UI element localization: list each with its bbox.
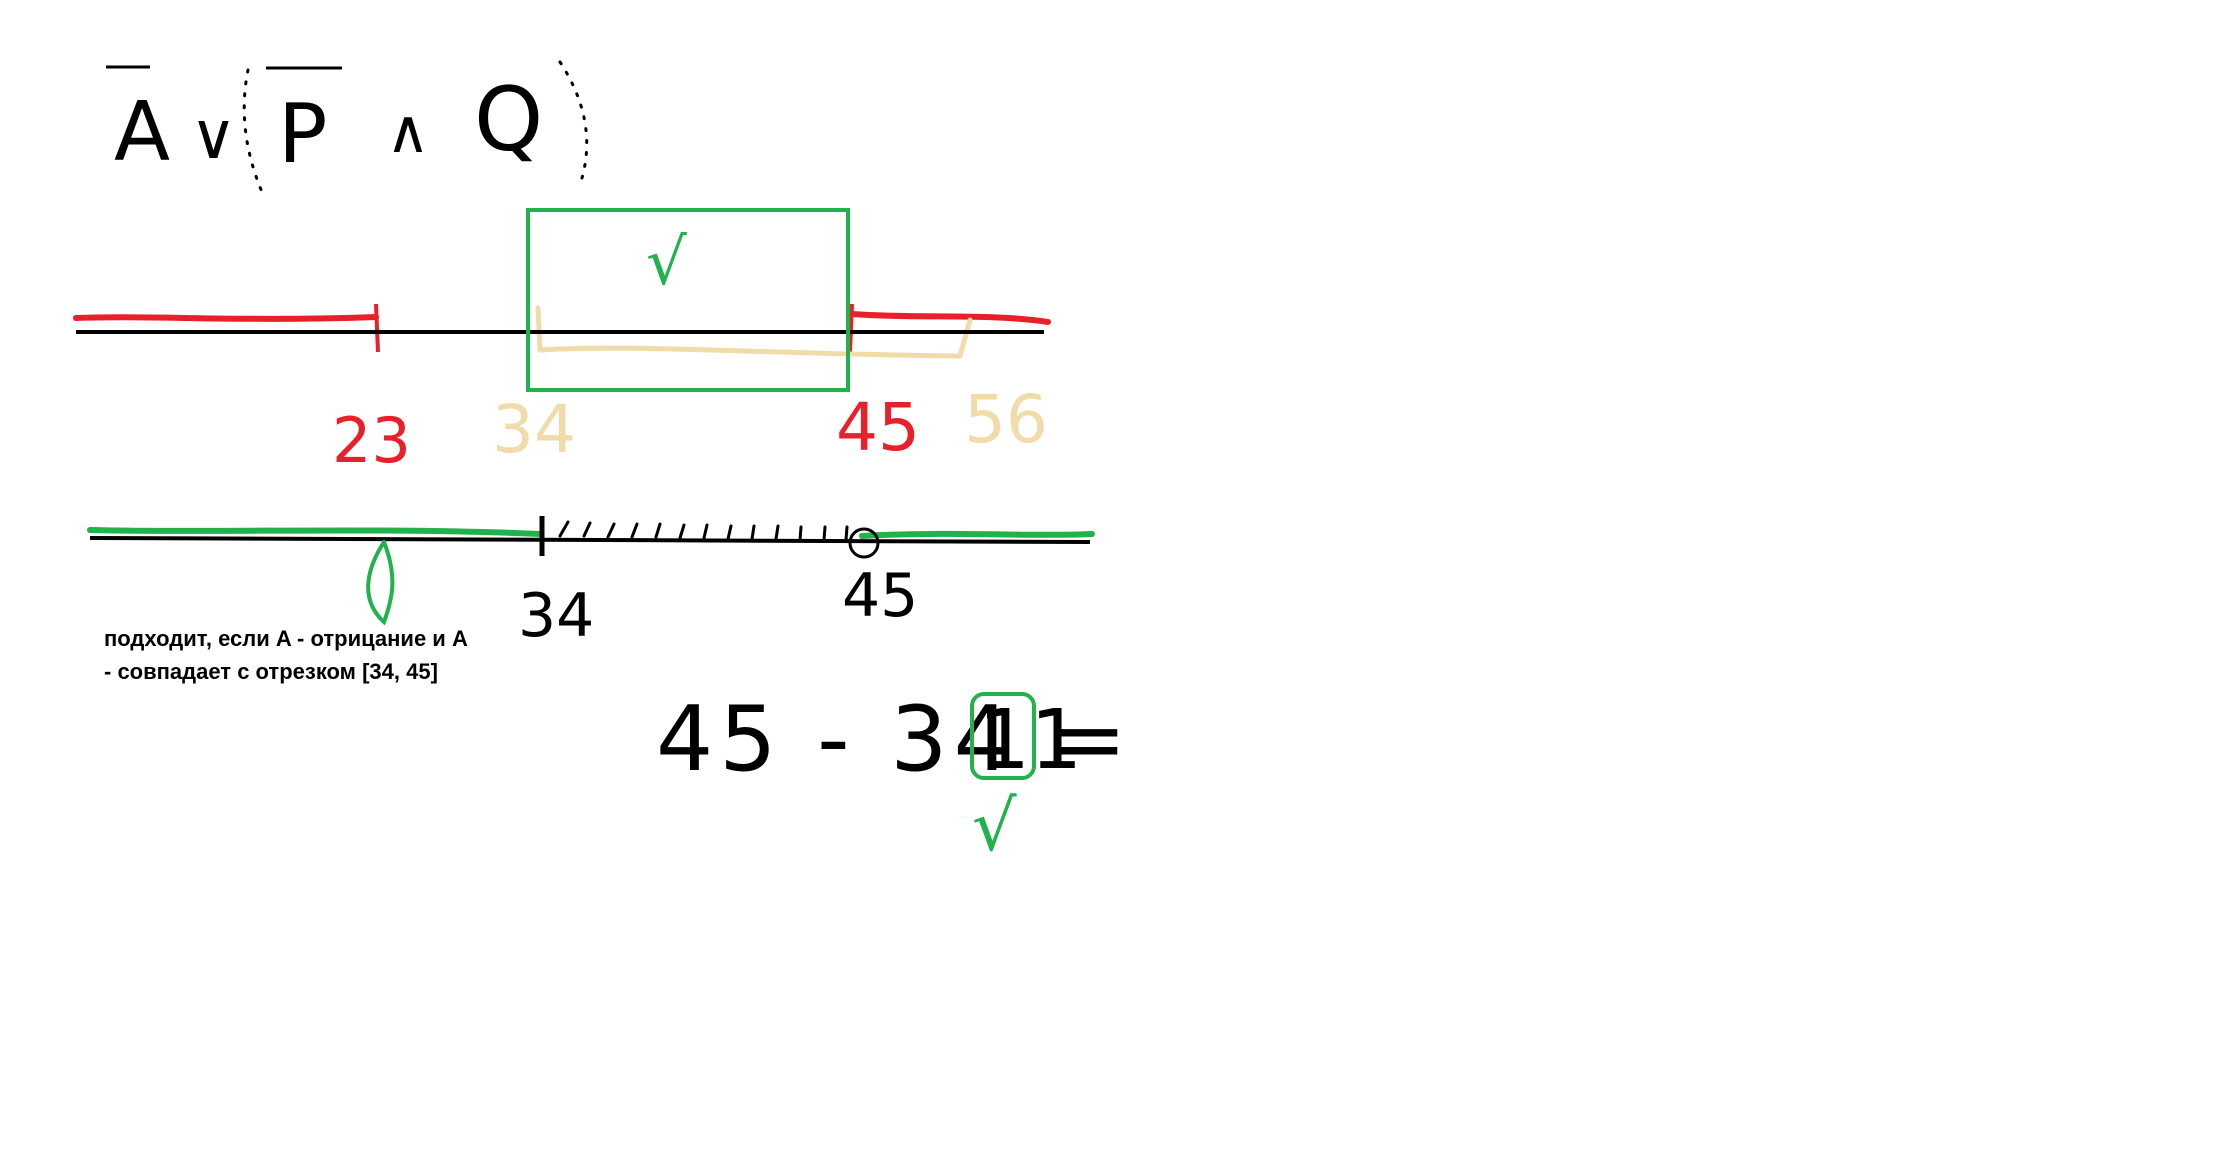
formula-or: ∨ [190,100,237,174]
red-tick-45 [848,303,854,353]
formula-q: Q [474,68,543,171]
highlight-box [526,208,850,392]
tick-label-23: 23 [332,404,411,477]
red-tick-23 [374,303,380,353]
hatching [558,520,849,542]
dotted-bracket-right [558,60,589,180]
formula-p: P [278,87,327,182]
formula: A ∨ P ∧ Q [106,60,589,194]
note-text: подходит, если A - отрицание и A - совпа… [104,622,544,688]
formula-a: A [114,85,170,180]
dotted-bracket-left [242,68,264,194]
note-line-1: подходит, если A - отрицание и A [104,626,468,651]
drawing-canvas: A ∨ P ∧ Q √ 23 34 45 56 34 45 45 - 34 = … [73,60,1127,867]
check-mark-answer: √ [972,785,1017,867]
axis-line-2 [89,536,1091,544]
red-ray-left [73,314,379,322]
check-mark-box: √ [646,226,687,300]
green-ray-left [87,527,543,537]
green-arrow-down [366,540,395,626]
note-line-2: - совпадает с отрезком [34, 45] [104,659,438,684]
tick-label-34: 34 [492,391,576,468]
green-ray-right [859,530,1095,539]
number-line-1: √ 23 34 45 56 [73,208,1051,477]
red-ray-right [849,311,1051,325]
tick-label-45: 45 [836,389,920,466]
equation: 45 - 34 = 11 √ [656,687,1127,867]
tick-label-45-line2: 45 [842,561,918,631]
tick-label-56: 56 [964,381,1048,458]
formula-and: ∧ [386,97,430,167]
equation-result: 11 [978,693,1082,788]
